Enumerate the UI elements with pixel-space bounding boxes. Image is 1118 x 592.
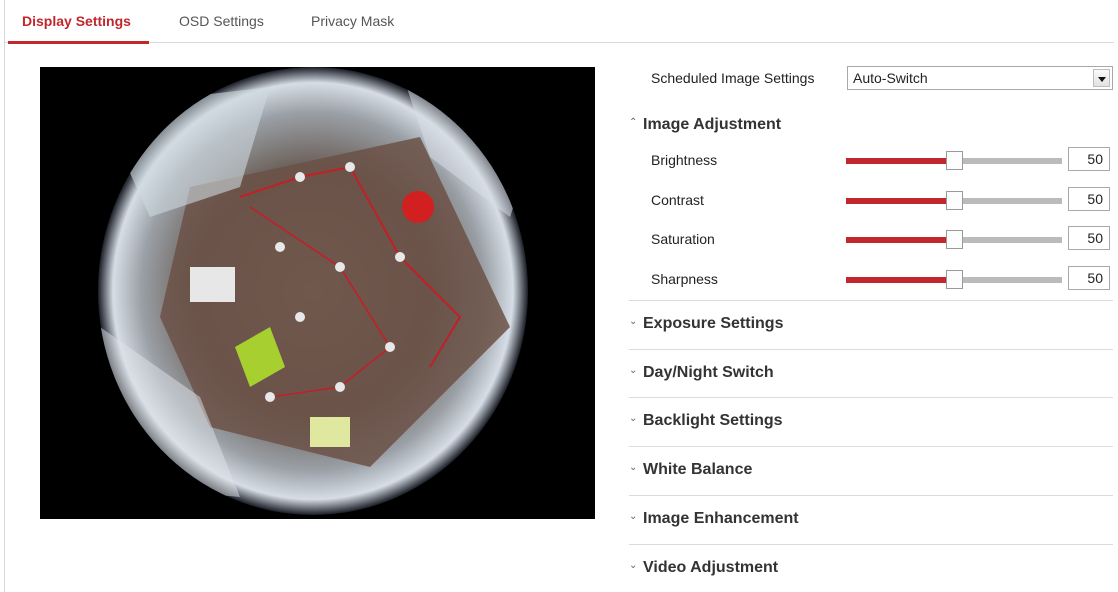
slider-row-saturation: Saturation 50 bbox=[629, 225, 1113, 255]
chevron-down-icon: ⌄ bbox=[629, 316, 638, 327]
section-title: Exposure Settings bbox=[643, 315, 784, 332]
contrast-slider-handle[interactable] bbox=[946, 191, 963, 210]
slider-fill bbox=[846, 198, 954, 204]
slider-label: Brightness bbox=[651, 152, 718, 168]
dropdown-arrow-icon[interactable] bbox=[1093, 69, 1110, 87]
slider-row-brightness: Brightness 50 bbox=[629, 146, 1113, 176]
chevron-down-icon: ⌄ bbox=[629, 462, 638, 473]
section-day-night-switch[interactable]: ⌄ Day/Night Switch bbox=[629, 349, 1113, 397]
scheduled-image-settings-label: Scheduled Image Settings bbox=[651, 70, 815, 86]
section-exposure-settings[interactable]: ⌄ Exposure Settings bbox=[629, 300, 1113, 348]
scheduled-image-settings-select[interactable]: Auto-Switch bbox=[847, 66, 1113, 90]
section-backlight-settings[interactable]: ⌄ Backlight Settings bbox=[629, 397, 1113, 445]
slider-label: Sharpness bbox=[651, 271, 718, 287]
slider-label: Saturation bbox=[651, 231, 715, 247]
section-title: White Balance bbox=[643, 461, 753, 478]
section-image-enhancement[interactable]: ⌄ Image Enhancement bbox=[629, 495, 1113, 543]
sharpness-slider-track[interactable] bbox=[846, 270, 1062, 289]
brightness-slider-handle[interactable] bbox=[946, 151, 963, 170]
tab-display-settings[interactable]: Display Settings bbox=[4, 0, 149, 44]
select-value: Auto-Switch bbox=[853, 70, 928, 86]
chevron-down-icon: ⌄ bbox=[629, 365, 638, 376]
brightness-value-input[interactable]: 50 bbox=[1068, 147, 1110, 171]
section-title: Day/Night Switch bbox=[643, 364, 774, 381]
sharpness-slider-handle[interactable] bbox=[946, 270, 963, 289]
fisheye-view bbox=[40, 67, 595, 519]
section-title: Image Enhancement bbox=[643, 510, 799, 527]
saturation-slider-track[interactable] bbox=[846, 230, 1062, 249]
section-title: Image Adjustment bbox=[643, 116, 782, 133]
scheduled-image-settings-row: Scheduled Image Settings Auto-Switch bbox=[629, 66, 1113, 90]
contrast-value-input[interactable]: 50 bbox=[1068, 187, 1110, 211]
chevron-up-icon: ⌃ bbox=[629, 117, 638, 128]
chevron-down-icon: ⌄ bbox=[629, 560, 638, 571]
brightness-slider-track[interactable] bbox=[846, 151, 1062, 170]
chevron-down-icon: ⌄ bbox=[629, 413, 638, 424]
tab-bar: Display Settings OSD Settings Privacy Ma… bbox=[4, 0, 1114, 44]
section-image-adjustment[interactable]: ⌃ Image Adjustment bbox=[629, 102, 1113, 150]
saturation-value-input[interactable]: 50 bbox=[1068, 226, 1110, 250]
slider-fill bbox=[846, 277, 954, 283]
section-title: Backlight Settings bbox=[643, 412, 783, 429]
tab-privacy-mask[interactable]: Privacy Mask bbox=[293, 0, 412, 43]
slider-fill bbox=[846, 237, 954, 243]
tab-osd-settings[interactable]: OSD Settings bbox=[161, 0, 282, 43]
contrast-slider-track[interactable] bbox=[846, 191, 1062, 210]
live-video-preview[interactable] bbox=[40, 67, 595, 519]
section-title: Video Adjustment bbox=[643, 559, 779, 576]
slider-row-sharpness: Sharpness 50 bbox=[629, 265, 1113, 295]
sharpness-value-input[interactable]: 50 bbox=[1068, 266, 1110, 290]
slider-fill bbox=[846, 158, 954, 164]
chevron-down-icon: ⌄ bbox=[629, 511, 638, 522]
slider-label: Contrast bbox=[651, 192, 704, 208]
saturation-slider-handle[interactable] bbox=[946, 230, 963, 249]
slider-row-contrast: Contrast 50 bbox=[629, 186, 1113, 216]
section-white-balance[interactable]: ⌄ White Balance bbox=[629, 446, 1113, 494]
section-video-adjustment[interactable]: ⌄ Video Adjustment bbox=[629, 544, 1113, 592]
